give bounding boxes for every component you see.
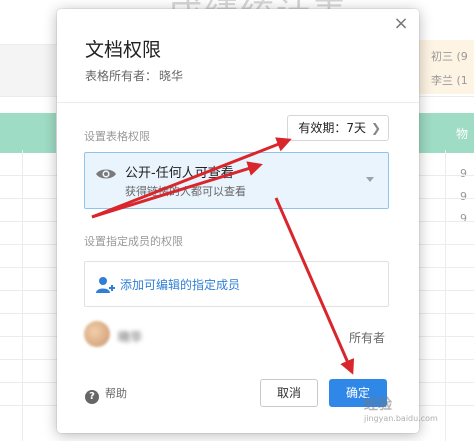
watermark-sub: jingyan.baidu.com [364,414,438,423]
annotation-arrows [91,137,355,375]
watermark-text: 经验 [364,397,392,413]
annotation-arrow [91,161,263,219]
watermark: 经验 jingyan.baidu.com [364,398,438,426]
annotation-arrow [274,197,355,375]
annotation-arrow [91,137,292,219]
